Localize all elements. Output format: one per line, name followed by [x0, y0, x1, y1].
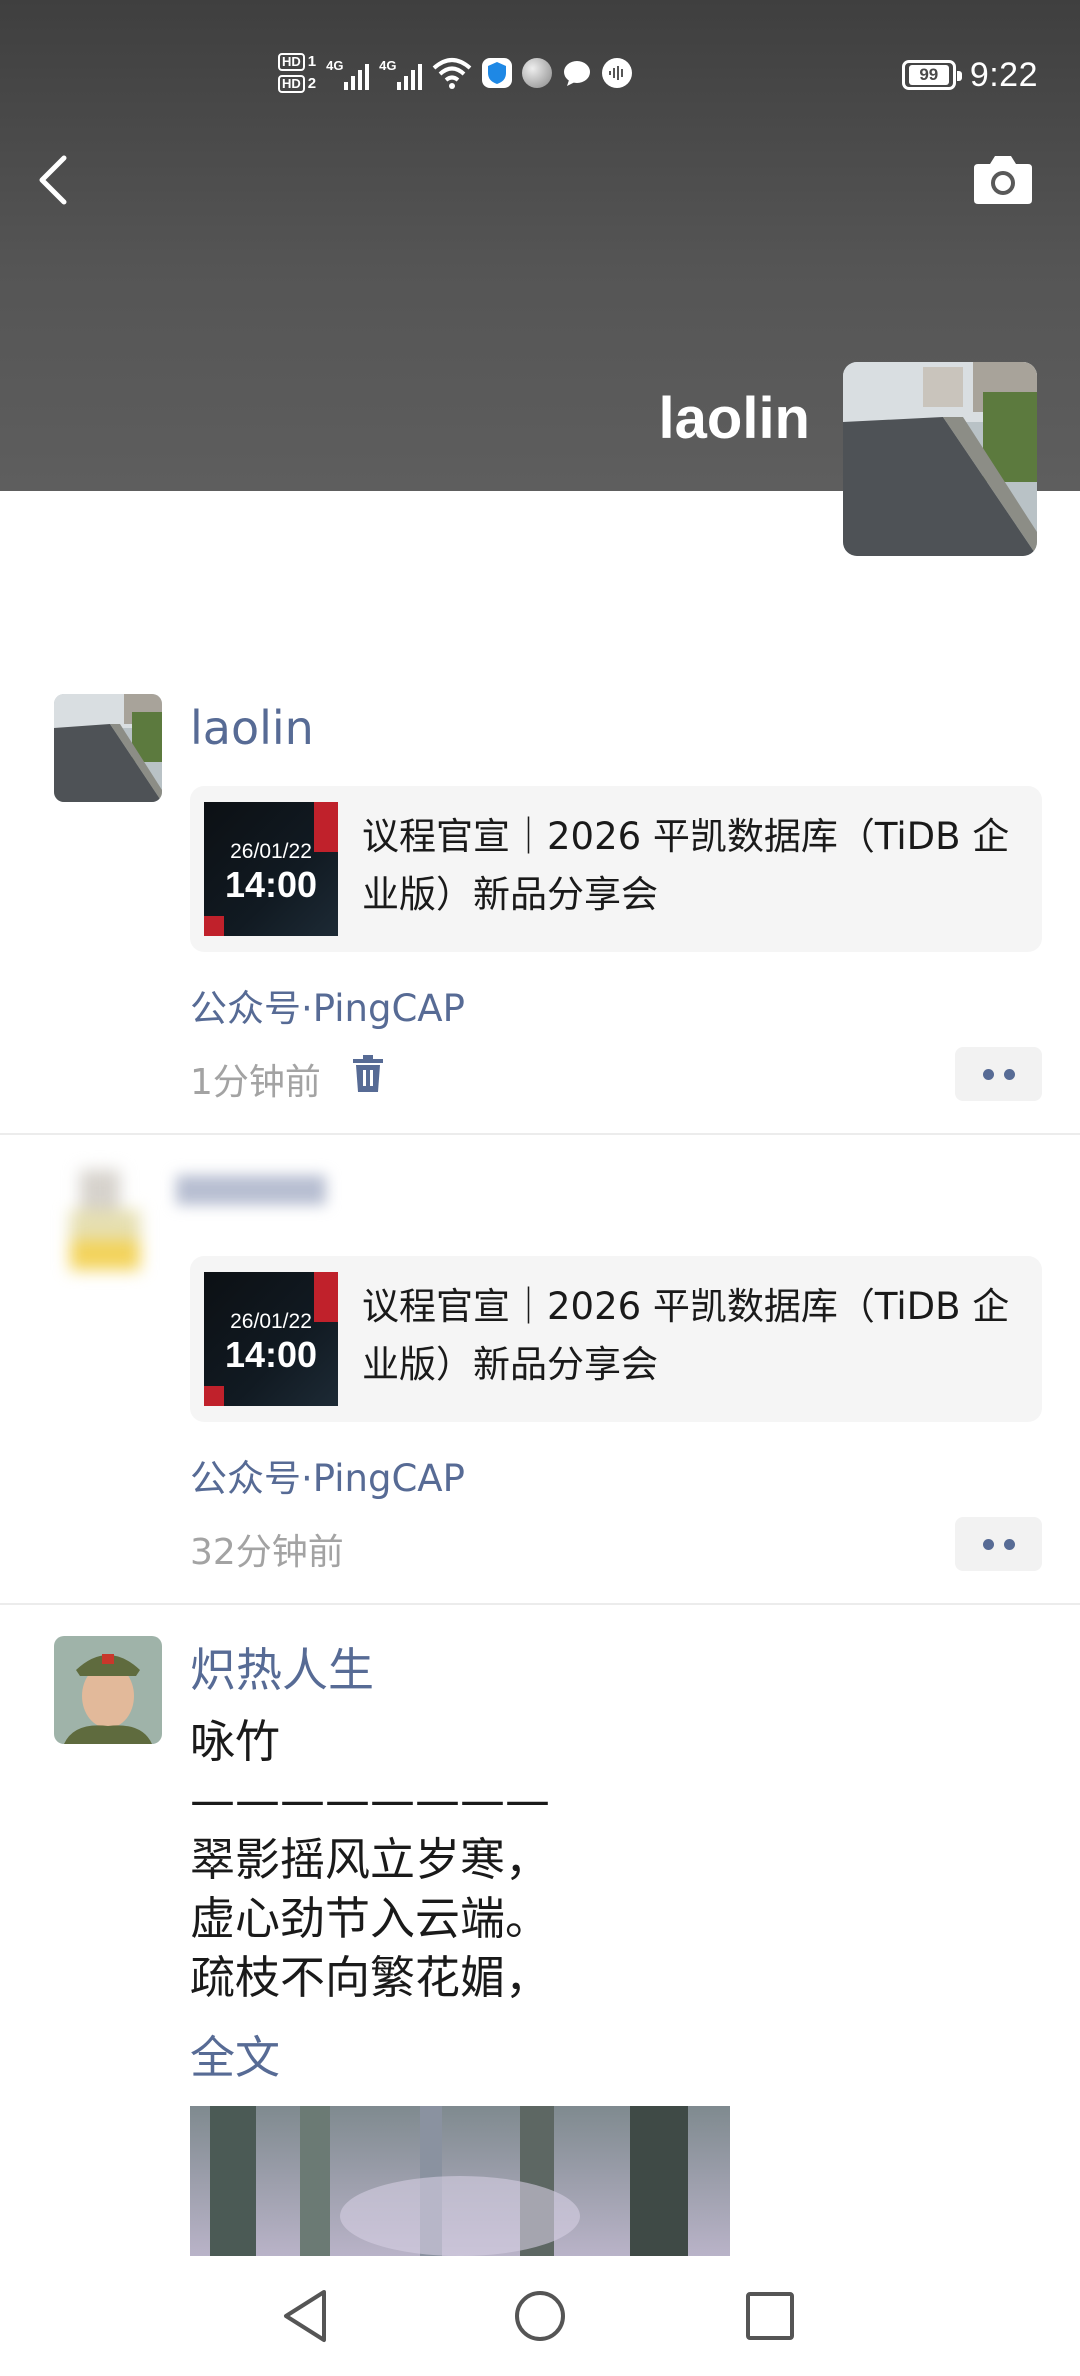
message-icon [562, 58, 592, 88]
article-title: 议程官宣｜2026 平凯数据库（TiDB 企业版）新品分享会 [362, 1285, 1010, 1386]
thumbnail-date: 26/01/22 [230, 1310, 312, 1333]
system-navigation-bar [0, 2256, 1080, 2376]
post-text-line: 虚心劲节入云端。 [190, 1892, 551, 1945]
more-actions-button[interactable] [955, 1517, 1042, 1571]
post-text-line: ———————— [190, 1774, 550, 1827]
post-text: 咏竹 ———————— 翠影摇风立岁寒， 虚心劲节入云端。 疏枝不向繁花媚， [190, 1712, 1010, 2007]
post-text-line: 翠影摇风立岁寒， [190, 1833, 551, 1886]
nav-back-icon[interactable] [276, 2284, 340, 2348]
browser-icon [522, 58, 553, 88]
hd-indicators: HD 1 HD 2 [278, 53, 316, 93]
chevron-left-icon[interactable] [34, 150, 74, 210]
camera-icon[interactable] [970, 152, 1036, 208]
network-type-1: 4G [326, 58, 344, 73]
article-source[interactable]: 公众号·PingCAP [190, 1448, 465, 1502]
hd1-label: HD [278, 53, 305, 71]
nav-recents-icon[interactable] [738, 2284, 802, 2348]
battery-icon: 99 [901, 60, 962, 90]
post-time: 1分钟前 [190, 1062, 321, 1103]
profile-avatar[interactable] [843, 362, 1037, 556]
signal-icon-sim2: 4G [379, 56, 423, 90]
shield-icon [482, 58, 513, 88]
article-title: 议程官宣｜2026 平凯数据库（TiDB 企业版）新品分享会 [362, 815, 1010, 916]
nav-home-icon[interactable] [508, 2284, 572, 2348]
signal-icon-sim1: 4G [326, 56, 370, 90]
article-source[interactable]: 公众号·PingCAP [190, 978, 465, 1032]
shared-article-card[interactable]: 26/01/22 14:00 议程官宣｜2026 平凯数据库（TiDB 企业版）… [190, 786, 1042, 952]
article-thumbnail: 26/01/22 14:00 [204, 802, 338, 936]
more-actions-button[interactable] [955, 1047, 1042, 1101]
hd2-sub: 2 [307, 75, 317, 92]
divider [0, 1603, 1080, 1605]
wifi-icon [432, 58, 472, 89]
post-text-line: 咏竹 [190, 1715, 281, 1768]
thumbnail-date: 26/01/22 [230, 840, 312, 863]
network-type-2: 4G [379, 58, 397, 73]
status-bar: HD 1 HD 2 4G 4G 99 9:22 [0, 40, 1080, 110]
post-avatar[interactable] [54, 694, 162, 802]
hd2-label: HD [278, 75, 305, 93]
shared-article-card[interactable]: 26/01/22 14:00 议程官宣｜2026 平凯数据库（TiDB 企业版）… [190, 1256, 1042, 1422]
post-avatar[interactable] [54, 1636, 162, 1744]
post-image[interactable] [190, 2106, 730, 2256]
audio-icon [602, 58, 633, 88]
post-time: 32分钟前 [190, 1532, 344, 1573]
article-thumbnail: 26/01/22 14:00 [204, 1272, 338, 1406]
hd1-sub: 1 [307, 53, 317, 70]
full-text-link[interactable]: 全文 [190, 2021, 280, 2086]
post-author[interactable]: 炽热人生 [190, 1642, 374, 1698]
profile-name[interactable]: laolin [659, 385, 810, 452]
delete-icon[interactable] [352, 1054, 384, 1094]
post-author-blurred[interactable] [176, 1170, 336, 1210]
battery-level: 99 [908, 65, 949, 85]
divider [0, 1133, 1080, 1135]
post-avatar[interactable] [60, 1160, 160, 1280]
post-author[interactable]: laolin [190, 700, 314, 756]
clock: 9:22 [969, 55, 1038, 94]
thumbnail-time: 14:00 [224, 864, 318, 905]
post-text-line: 疏枝不向繁花媚， [190, 1951, 551, 2004]
thumbnail-time: 14:00 [224, 1334, 318, 1375]
